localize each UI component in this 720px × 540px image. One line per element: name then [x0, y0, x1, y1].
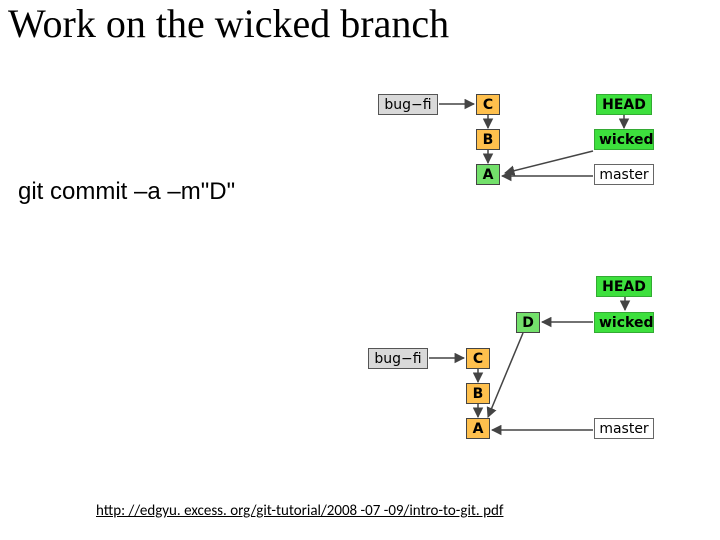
after-wicked-label: wicked — [594, 312, 654, 333]
diagram-after: bug−fi D C B A HEAD wicked master — [330, 270, 680, 460]
after-commit-b: B — [466, 383, 490, 404]
after-bugfi-label: bug−fi — [368, 348, 428, 369]
slide-title: Work on the wicked branch — [8, 2, 449, 46]
before-bugfi-label: bug−fi — [378, 94, 438, 115]
after-master-label: master — [594, 418, 654, 439]
before-commit-c: C — [476, 94, 500, 115]
diagram-before: bug−fi C B A HEAD wicked master — [340, 88, 680, 218]
before-commit-a: A — [476, 164, 500, 185]
after-head-label: HEAD — [596, 276, 652, 297]
before-master-label: master — [594, 164, 654, 185]
citation-link[interactable]: http: //edgyu. excess. org/git-tutorial/… — [96, 502, 503, 520]
after-commit-c: C — [466, 348, 490, 369]
before-wicked-label: wicked — [594, 129, 654, 150]
before-commit-b: B — [476, 129, 500, 150]
git-command: git commit –a –m"D" — [18, 178, 235, 206]
after-commit-a: A — [466, 418, 490, 439]
after-commit-d: D — [516, 312, 540, 333]
before-head-label: HEAD — [596, 94, 652, 115]
